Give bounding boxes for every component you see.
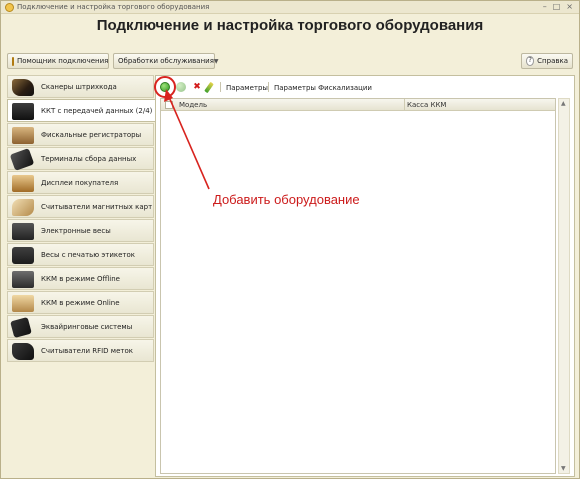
select-all-checkbox[interactable] xyxy=(165,101,173,109)
sidebar-item-barcode-scanners[interactable]: Сканеры штрихкода xyxy=(7,75,154,98)
connection-assistant-label: Помощник подключения xyxy=(17,57,109,65)
chevron-down-icon: ▼ xyxy=(213,57,219,65)
sidebar-item-label: Фискальные регистраторы xyxy=(41,131,142,139)
app-window: Подключение и настройка торгового оборуд… xyxy=(0,0,580,479)
sidebar-item-label: Эквайринговые системы xyxy=(41,323,133,331)
sidebar-item-magnetic-card-readers[interactable]: Считыватели магнитных карт xyxy=(7,195,154,218)
sidebar-item-customer-displays[interactable]: Дисплеи покупателя xyxy=(7,171,154,194)
app-icon xyxy=(5,3,14,12)
help-icon: ? xyxy=(526,56,535,66)
kkm-online-icon xyxy=(12,295,34,312)
sidebar-item-label: Весы с печатью этикеток xyxy=(41,251,136,259)
rfid-reader-icon xyxy=(12,343,34,360)
fiscal-register-icon xyxy=(12,127,34,144)
electronic-scales-icon xyxy=(12,223,34,240)
minimize-icon[interactable]: – xyxy=(543,2,547,11)
sidebar-item-data-terminals[interactable]: Терминалы сбора данных xyxy=(7,147,154,171)
title-bar: Подключение и настройка торгового оборуд… xyxy=(1,1,579,14)
page-title: Подключение и настройка торгового оборуд… xyxy=(96,17,484,34)
sidebar-item-kkt[interactable]: ККТ с передачей данных (2/4) xyxy=(7,99,157,122)
column-divider[interactable] xyxy=(404,99,405,111)
grid-toolbar: ✖ Параметры Параметры Фискализации xyxy=(154,76,574,98)
kkm-offline-icon xyxy=(12,271,34,288)
toolbar-separator xyxy=(220,82,221,92)
sidebar-item-label: Дисплеи покупателя xyxy=(41,179,119,187)
column-header-model[interactable]: Модель xyxy=(179,101,207,109)
sidebar-item-label: Считыватели RFID меток xyxy=(41,347,133,355)
parameters-button[interactable]: Параметры xyxy=(226,84,268,92)
equipment-list-panel: ✖ Параметры Параметры Фискализации Модел… xyxy=(154,75,575,477)
highlight-circle xyxy=(154,76,176,98)
close-icon[interactable]: × xyxy=(566,2,573,11)
equipment-table[interactable]: Модель Касса ККМ xyxy=(160,98,556,474)
maximize-icon[interactable]: □ xyxy=(553,2,561,11)
help-button[interactable]: ? Справка xyxy=(521,53,573,69)
wand-icon xyxy=(12,56,14,66)
sidebar-item-label: Сканеры штрихкода xyxy=(41,83,117,91)
sidebar-item-label: ККТ с передачей данных (2/4) xyxy=(41,107,153,115)
window-title: Подключение и настройка торгового оборуд… xyxy=(17,3,210,11)
service-processing-dropdown[interactable]: Обработки обслуживания ▼ xyxy=(113,53,219,69)
label-scales-icon xyxy=(12,247,34,264)
annotation-label: Добавить оборудование xyxy=(213,192,360,207)
sidebar-item-label-scales[interactable]: Весы с печатью этикеток xyxy=(7,243,154,266)
table-header: Модель Касса ККМ xyxy=(161,99,555,111)
vertical-scrollbar[interactable]: ▲ ▼ xyxy=(558,98,570,474)
customer-display-icon xyxy=(12,175,34,192)
sidebar-item-acquiring[interactable]: Эквайринговые системы xyxy=(7,315,154,339)
scroll-up-icon[interactable]: ▲ xyxy=(561,100,566,107)
kkt-icon xyxy=(12,103,34,120)
magnetic-card-reader-icon xyxy=(12,199,34,216)
help-label: Справка xyxy=(537,57,568,65)
delete-icon[interactable]: ✖ xyxy=(192,82,202,92)
toolbar-separator xyxy=(268,82,269,92)
window-controls: – □ × xyxy=(543,2,573,11)
sidebar-item-label: ККМ в режиме Online xyxy=(41,299,120,307)
sidebar-item-label: Считыватели магнитных карт xyxy=(41,203,153,211)
data-terminal-icon xyxy=(9,148,35,171)
scroll-down-icon[interactable]: ▼ xyxy=(561,465,566,472)
sidebar-item-electronic-scales[interactable]: Электронные весы xyxy=(7,219,154,242)
equipment-type-sidebar: Сканеры штрихкода ККТ с передачей данных… xyxy=(7,75,157,475)
sidebar-item-kkm-offline[interactable]: ККМ в режиме Offline xyxy=(7,267,154,290)
sidebar-item-label: Электронные весы xyxy=(41,227,111,235)
edit-icon[interactable] xyxy=(204,81,214,94)
sidebar-item-rfid-readers[interactable]: Считыватели RFID меток xyxy=(7,339,154,362)
service-processing-label: Обработки обслуживания xyxy=(118,57,214,65)
copy-icon[interactable] xyxy=(176,82,186,92)
sidebar-item-label: ККМ в режиме Offline xyxy=(41,275,120,283)
column-header-kassa[interactable]: Касса ККМ xyxy=(407,101,446,109)
sidebar-item-fiscal-registers[interactable]: Фискальные регистраторы xyxy=(7,123,154,146)
connection-assistant-button[interactable]: Помощник подключения xyxy=(7,53,109,69)
fiscal-parameters-button[interactable]: Параметры Фискализации xyxy=(274,84,372,92)
barcode-scanner-icon xyxy=(12,79,34,96)
top-toolbar: Помощник подключения Обработки обслужива… xyxy=(7,53,573,70)
sidebar-item-label: Терминалы сбора данных xyxy=(41,155,137,163)
sidebar-item-kkm-online[interactable]: ККМ в режиме Online xyxy=(7,291,154,314)
acquiring-icon xyxy=(10,316,32,339)
